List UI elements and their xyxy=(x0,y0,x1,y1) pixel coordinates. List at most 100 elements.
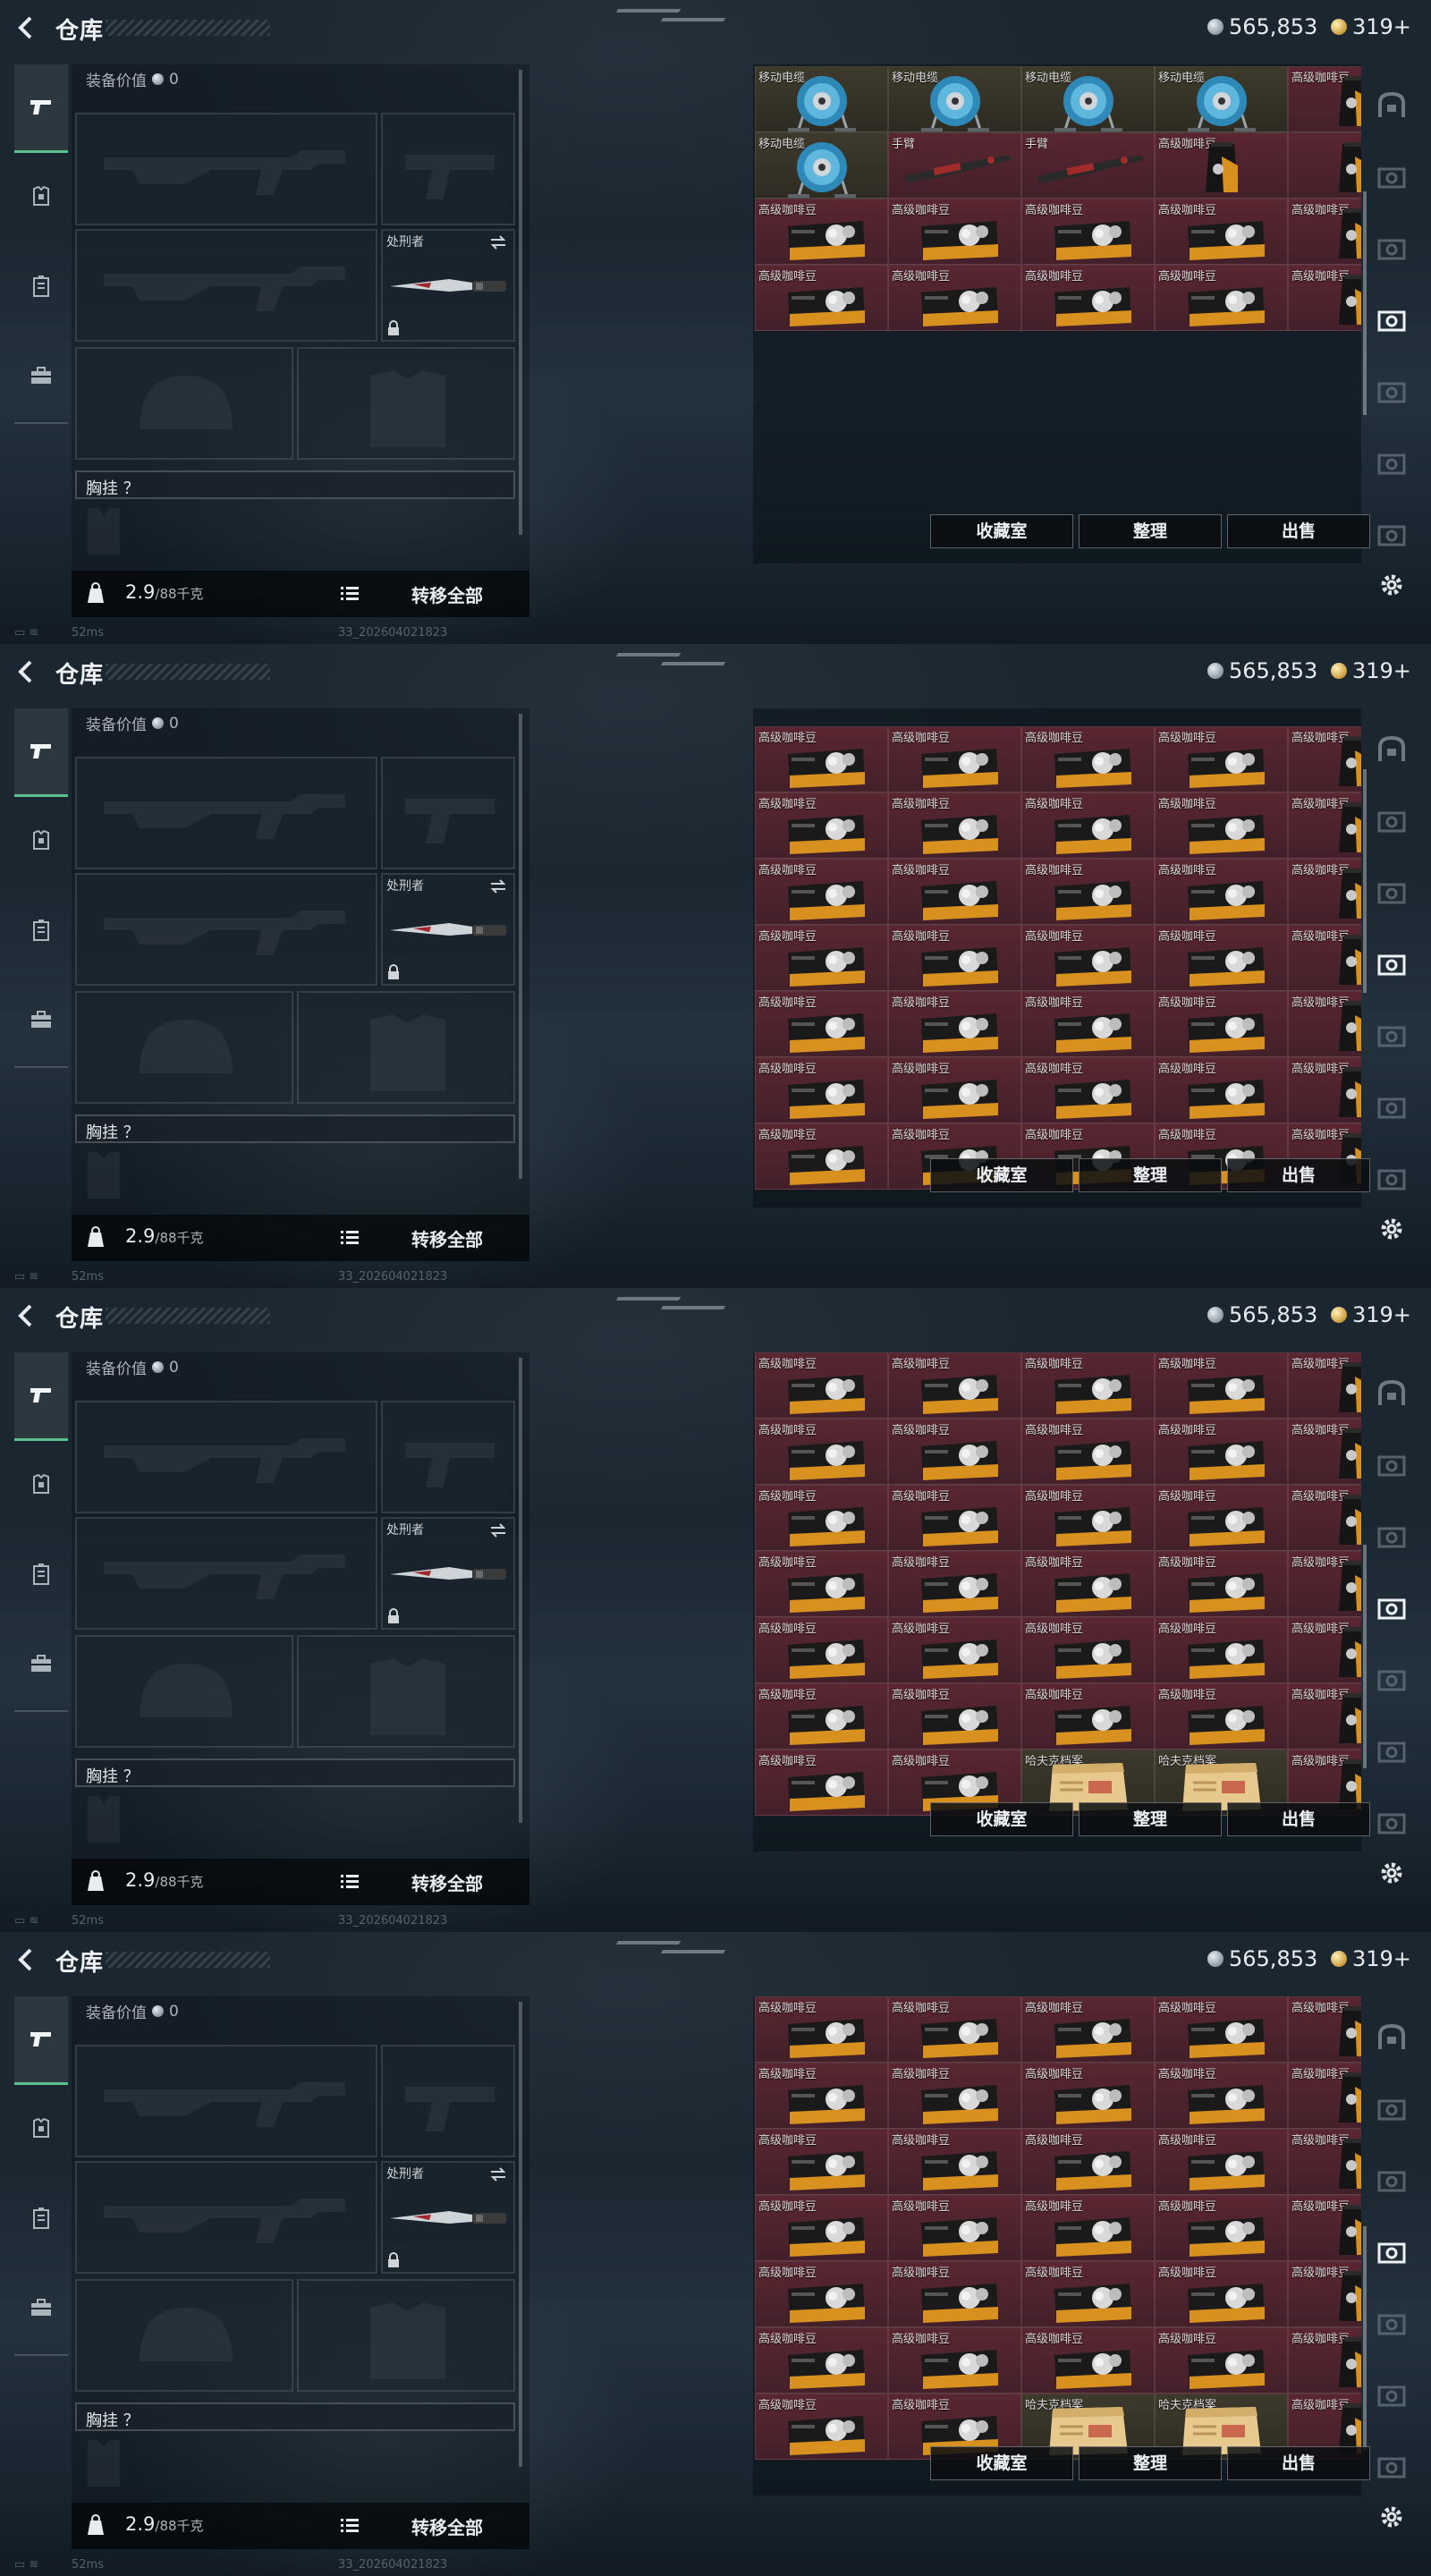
stash-item-coffee[interactable]: 高级咖啡豆 xyxy=(1021,1057,1155,1123)
stash-item-coffee-bag[interactable]: 高级咖啡豆 xyxy=(1288,2327,1361,2394)
sidearm-slot[interactable] xyxy=(381,2045,515,2157)
stash-item-coffee-bag[interactable]: 高级咖啡豆 xyxy=(1288,2261,1361,2327)
stash-page-tab[interactable] xyxy=(1374,732,1410,767)
secondary-weapon-slot[interactable] xyxy=(75,1517,377,1630)
stash-item-coffee[interactable]: 高级咖啡豆 xyxy=(1021,792,1155,859)
tab-armor[interactable] xyxy=(14,2086,68,2172)
stash-item-coffee-bag[interactable]: 高级咖啡豆 xyxy=(1288,2195,1361,2261)
list-icon[interactable] xyxy=(340,1229,360,1247)
chest-rig-slot[interactable]: 胸挂 ？ xyxy=(75,470,515,499)
stash-page-tab[interactable] xyxy=(1374,2163,1410,2199)
stash-item-coffee-bag[interactable]: 高级咖啡豆 xyxy=(1288,1996,1361,2063)
stash-item-cable[interactable]: 移动电缆 xyxy=(1155,66,1288,132)
stash-item-coffee[interactable]: 高级咖啡豆 xyxy=(888,726,1021,792)
tab-armor[interactable] xyxy=(14,1442,68,1528)
list-icon[interactable] xyxy=(340,2517,360,2535)
stash-item-coffee-bag[interactable]: 高级咖啡豆 xyxy=(1288,265,1361,331)
stash-scrollbar[interactable] xyxy=(1363,1545,1367,1768)
melee-slot[interactable]: 处刑者 xyxy=(381,2161,515,2274)
stash-item-coffee-bag[interactable]: 高级咖啡豆 xyxy=(1288,2129,1361,2195)
settings-button[interactable] xyxy=(1374,2499,1410,2535)
tab-weapons[interactable] xyxy=(14,1996,68,2085)
sell-button[interactable]: 出售 xyxy=(1227,2446,1370,2480)
currency-gold[interactable]: 319+ xyxy=(1331,1946,1411,1971)
stash-item-coffee[interactable]: 高级咖啡豆 xyxy=(1155,1551,1288,1617)
stash-item-coffee[interactable]: 高级咖啡豆 xyxy=(1021,859,1155,925)
stash-item-coffee[interactable]: 高级咖啡豆 xyxy=(1021,2129,1155,2195)
stash-item-coffee[interactable]: 高级咖啡豆 xyxy=(1155,2261,1288,2327)
transfer-all-button[interactable]: 转移全部 xyxy=(411,581,483,607)
stash-item-coffee-bag[interactable]: 高级咖啡豆 xyxy=(1288,726,1361,792)
helmet-slot[interactable] xyxy=(75,1635,293,1748)
stash-page-tab[interactable] xyxy=(1374,231,1410,267)
stash-item-coffee[interactable]: 高级咖啡豆 xyxy=(755,1617,888,1683)
stash-item-coffee[interactable]: 高级咖啡豆 xyxy=(1155,1419,1288,1485)
stash-item-coffee[interactable]: 高级咖啡豆 xyxy=(888,1419,1021,1485)
stash-item-coffee[interactable]: 高级咖啡豆 xyxy=(755,1996,888,2063)
stash-item-coffee[interactable]: 高级咖啡豆 xyxy=(1021,2261,1155,2327)
back-button[interactable] xyxy=(13,1946,39,1973)
stash-item-coffee-bag[interactable]: 高级咖啡豆 xyxy=(1288,1057,1361,1123)
stash-page-tab[interactable] xyxy=(1374,2449,1410,2485)
stash-item-coffee[interactable]: 高级咖啡豆 xyxy=(1021,1996,1155,2063)
stash-item-coffee[interactable]: 高级咖啡豆 xyxy=(755,199,888,265)
melee-slot[interactable]: 处刑者 xyxy=(381,229,515,342)
swap-icon[interactable] xyxy=(488,1521,508,1540)
stash-item-coffee[interactable]: 高级咖啡豆 xyxy=(1155,1996,1288,2063)
collection-room-button[interactable]: 收藏室 xyxy=(930,514,1073,548)
stash-page-tab[interactable] xyxy=(1374,1662,1410,1698)
stash-item-coffee[interactable]: 高级咖啡豆 xyxy=(755,726,888,792)
stash-item-coffee[interactable]: 高级咖啡豆 xyxy=(755,792,888,859)
stash-page-tab[interactable] xyxy=(1374,517,1410,553)
swap-icon[interactable] xyxy=(488,233,508,252)
collection-room-button[interactable]: 收藏室 xyxy=(930,1158,1073,1192)
stash-item-coffee[interactable]: 高级咖啡豆 xyxy=(755,2129,888,2195)
stash-item-coffee-bag[interactable]: 高级咖啡豆 xyxy=(1288,199,1361,265)
stash-item-coffee[interactable]: 高级咖啡豆 xyxy=(1021,1419,1155,1485)
swap-icon[interactable] xyxy=(488,877,508,896)
currency-gold[interactable]: 319+ xyxy=(1331,14,1411,39)
stash-item-coffee[interactable]: 高级咖啡豆 xyxy=(1021,2063,1155,2129)
stash-page-tab[interactable] xyxy=(1374,1447,1410,1483)
settings-button[interactable] xyxy=(1374,1855,1410,1891)
loadout-scrollbar[interactable] xyxy=(519,1358,522,1823)
stash-page-tab-active[interactable] xyxy=(1374,946,1410,982)
stash-item-coffee[interactable]: 高级咖啡豆 xyxy=(755,265,888,331)
stash-item-coffee-bag[interactable]: 高级咖啡豆 xyxy=(1288,1485,1361,1551)
stash-scrollbar[interactable] xyxy=(1363,191,1367,415)
stash-item-coffee[interactable]: 高级咖啡豆 xyxy=(888,2195,1021,2261)
stash-item-coffee[interactable]: 高级咖啡豆 xyxy=(1021,1551,1155,1617)
stash-item-coffee[interactable]: 高级咖啡豆 xyxy=(1021,1485,1155,1551)
stash-page-tab[interactable] xyxy=(1374,2091,1410,2127)
stash-item-coffee[interactable]: 高级咖啡豆 xyxy=(755,1551,888,1617)
stash-item-coffee[interactable]: 高级咖啡豆 xyxy=(1155,1057,1288,1123)
tab-rig[interactable] xyxy=(14,243,68,329)
stash-page-tab[interactable] xyxy=(1374,88,1410,123)
stash-item-coffee[interactable]: 高级咖啡豆 xyxy=(1021,925,1155,991)
stash-page-tab-active[interactable] xyxy=(1374,2234,1410,2270)
stash-item-coffee[interactable]: 高级咖啡豆 xyxy=(755,1419,888,1485)
chest-rig-slot[interactable]: 胸挂 ？ xyxy=(75,1758,515,1787)
settings-button[interactable] xyxy=(1374,567,1410,603)
secondary-weapon-slot[interactable] xyxy=(75,2161,377,2274)
stash-item-coffee[interactable]: 高级咖啡豆 xyxy=(1155,2327,1288,2394)
transfer-all-button[interactable]: 转移全部 xyxy=(411,1869,483,1895)
stash-item-arm[interactable]: 手臂 xyxy=(1021,132,1155,199)
stash-item-coffee[interactable]: 高级咖啡豆 xyxy=(1021,199,1155,265)
stash-item-coffee-bag[interactable]: 高级咖啡豆 xyxy=(1288,792,1361,859)
stash-item-coffee[interactable]: 高级咖啡豆 xyxy=(888,1057,1021,1123)
tab-rig[interactable] xyxy=(14,2175,68,2261)
stash-page-tab[interactable] xyxy=(1374,2377,1410,2413)
tab-rig[interactable] xyxy=(14,887,68,973)
primary-weapon-slot[interactable] xyxy=(75,2045,377,2157)
list-icon[interactable] xyxy=(340,1873,360,1891)
stash-item-coffee[interactable]: 高级咖啡豆 xyxy=(888,1996,1021,2063)
secondary-weapon-slot[interactable] xyxy=(75,873,377,986)
loadout-scrollbar[interactable] xyxy=(519,2002,522,2467)
body-armor-slot[interactable] xyxy=(297,1635,515,1748)
stash-item-coffee-bag[interactable]: 高级咖啡豆 xyxy=(1288,991,1361,1057)
stash-item-coffee[interactable]: 高级咖啡豆 xyxy=(1021,1683,1155,1750)
stash-page-tab[interactable] xyxy=(1374,374,1410,410)
primary-weapon-slot[interactable] xyxy=(75,1401,377,1513)
settings-button[interactable] xyxy=(1374,1211,1410,1247)
